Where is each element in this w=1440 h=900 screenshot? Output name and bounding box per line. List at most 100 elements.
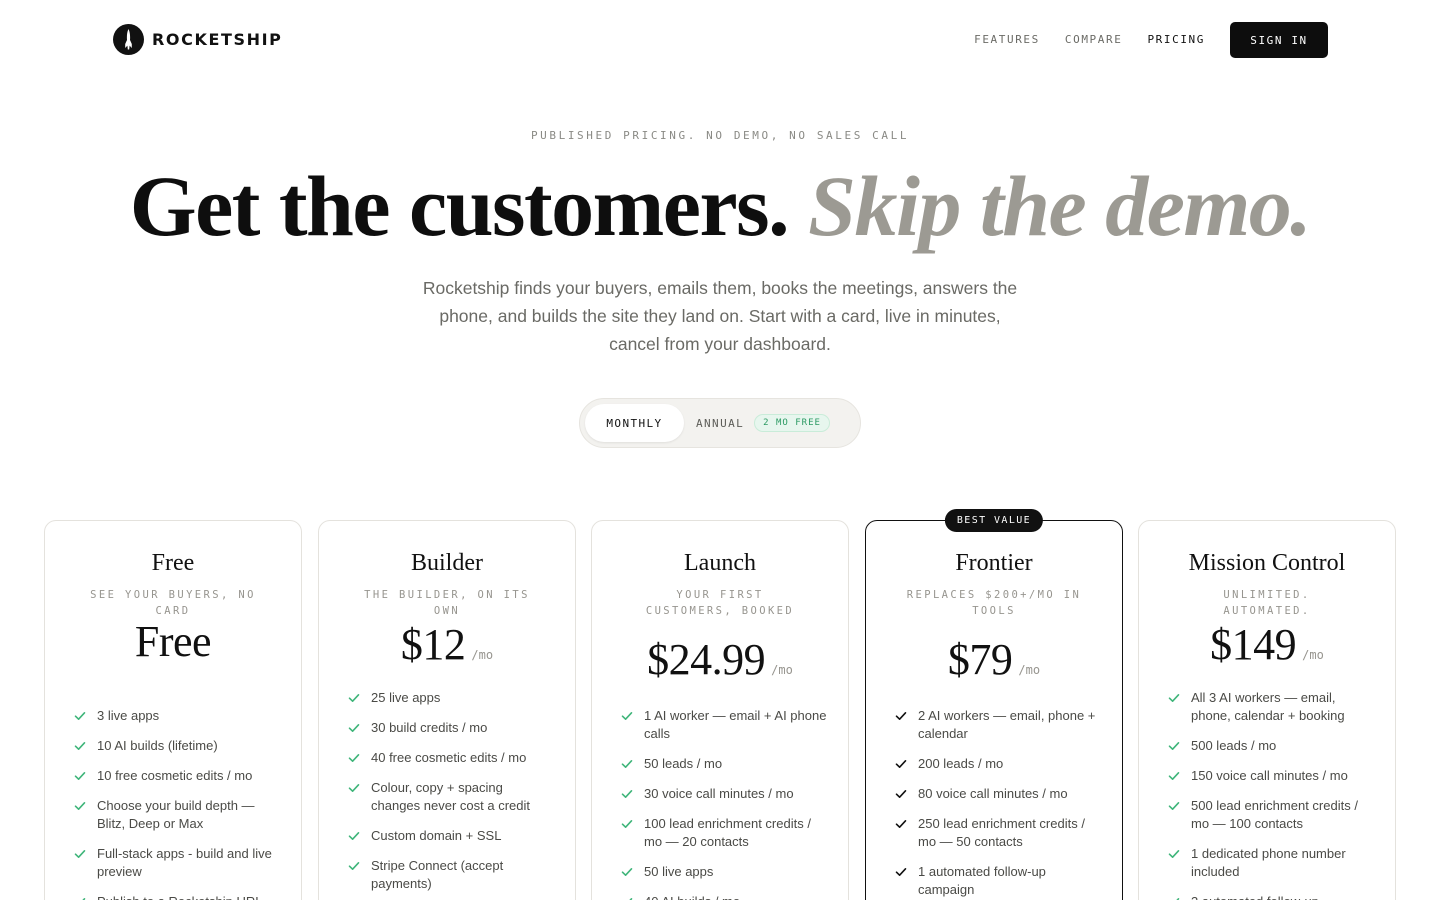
plan-feature-text: Custom domain + SSL [371,828,502,843]
hero-eyebrow: PUBLISHED PRICING. NO DEMO, NO SALES CAL… [530,129,910,142]
plan-price-amount: $149 [1210,620,1297,669]
plan-feature-text: 2 AI workers — email, phone + calendar [918,708,1096,741]
plan-feature-list: 2 AI workers — email, phone + calendar 2… [894,707,1102,900]
plan-card-launch[interactable]: Launch YOUR FIRST CUSTOMERS, BOOKED $24.9… [591,520,849,900]
plan-feature-item: 1 automated follow-up campaign [894,863,1102,899]
check-icon [74,772,86,780]
plan-feature-item: 10 AI builds (lifetime) [73,737,281,755]
plan-price: $12/mo [319,619,575,670]
check-icon [621,820,633,828]
plan-feature-text: 3 automated follow-up campaigns [1191,893,1375,900]
plan-price-period: /mo [1018,663,1041,677]
plan-feature-item: Choose your build depth — Blitz, Deep or… [73,797,281,833]
plan-feature-item: 40 free cosmetic edits / mo [347,749,555,767]
check-icon [621,760,633,768]
plan-tagline: REPLACES $200+/MO IN TOOLS [906,589,1082,617]
plan-card-mission-control[interactable]: Mission Control UNLIMITED. AUTOMATED. $14… [1138,520,1396,900]
plan-feature-text: 500 leads / mo [1191,738,1277,753]
plan-price-amount: $24.99 [647,635,766,684]
plan-feature-text: 25 live apps [371,690,441,705]
plan-name: Mission Control [1188,550,1346,576]
plan-price-amount: $12 [400,620,466,669]
plan-feature-item: 80 voice call minutes / mo [894,785,1102,803]
sign-in-button[interactable]: SIGN IN [1230,22,1328,58]
plan-feature-text: 1 dedicated phone number included [1191,846,1346,879]
plan-feature-item: 3 live apps [73,707,281,725]
plan-feature-item: All 3 AI workers — email, phone, calenda… [1167,689,1375,725]
nav-link-features[interactable]: FEATURES [974,33,1040,46]
plan-feature-item: 250 lead enrichment credits / mo — 50 co… [894,815,1102,851]
brand[interactable]: ROCKETSHIP [113,24,283,55]
plan-feature-item: 500 leads / mo [1167,737,1375,755]
plan-name: Free [151,550,195,576]
check-icon [1168,802,1180,810]
plan-tagline: YOUR FIRST CUSTOMERS, BOOKED [645,589,795,617]
plan-feature-item: 2 AI workers — email, phone + calendar [894,707,1102,743]
hero-subtitle: Rocketship finds your buyers, emails the… [422,278,1018,354]
nav-links: FEATURES COMPARE PRICING [974,33,1205,46]
headline-main: Get the customers. [129,158,790,254]
check-icon [348,832,360,840]
plan-feature-text: Stripe Connect (accept payments) [371,858,504,891]
plan-feature-text: 3 live apps [97,708,160,723]
plan-feature-text: 500 lead enrichment credits / mo — 100 c… [1191,798,1358,831]
billing-monthly-option[interactable]: MONTHLY [585,404,684,442]
plan-price: $79/mo [866,634,1122,685]
plan-card-builder[interactable]: Builder THE BUILDER, ON ITS OWN $12/mo 25… [318,520,576,900]
check-icon [1168,850,1180,858]
plan-feature-list: 3 live apps 10 AI builds (lifetime) 10 f… [73,707,281,900]
plan-feature-item: 3 automated follow-up campaigns [1167,893,1375,900]
plan-feature-text: Colour, copy + spacing changes never cos… [371,780,530,813]
plan-feature-item: 30 voice call minutes / mo [620,785,828,803]
plan-feature-text: 80 voice call minutes / mo [918,786,1068,801]
plan-feature-list: 25 live apps 30 build credits / mo 40 fr… [347,689,555,900]
brand-name: ROCKETSHIP [152,30,283,49]
plan-feature-item: 50 leads / mo [620,755,828,773]
plan-price: $24.99/mo [592,634,848,685]
check-icon [82,898,86,900]
plan-feature-item: 1 dedicated phone number included [1167,845,1375,881]
nav-link-compare[interactable]: COMPARE [1065,33,1123,46]
plan-card-free[interactable]: Free SEE YOUR BUYERS, NO CARD Free 3 live… [44,520,302,900]
check-icon [74,742,86,750]
billing-toggle: MONTHLY ANNUAL 2 MO FREE [579,398,861,448]
check-icon [621,790,633,798]
billing-annual-option[interactable]: ANNUAL 2 MO FREE [696,404,830,442]
plan-feature-item: 25 live apps [347,689,555,707]
plan-feature-text: 10 free cosmetic edits / mo [97,768,253,783]
check-icon [348,862,360,870]
plan-price: Free [45,616,301,667]
check-icon [348,754,360,762]
plan-tagline: SEE YOUR BUYERS, NO CARD [90,589,256,617]
plan-tagline: UNLIMITED. AUTOMATED. [1223,589,1311,617]
check-icon [895,760,907,768]
check-icon [621,868,633,876]
plan-feature-text: 30 build credits / mo [371,720,488,735]
plan-feature-item: Stripe Connect (accept payments) [347,857,555,893]
check-icon [348,694,360,702]
plan-tagline: THE BUILDER, ON ITS OWN [364,589,530,617]
plan-feature-list: 1 AI worker — email + AI phone calls 50 … [620,707,828,900]
hero-headline: Get the customers. Skip the demo. [0,158,1440,254]
plan-feature-text: Full-stack apps - build and live preview [97,846,272,879]
plan-name: Builder [411,550,483,576]
plan-feature-text: Publish to a Rocketship URL [97,893,262,900]
plan-feature-text: 10 AI builds (lifetime) [97,738,218,753]
nav-link-pricing[interactable]: PRICING [1147,33,1205,46]
plan-card-frontier[interactable]: BEST VALUE Frontier REPLACES $200+/MO IN T… [865,509,1123,900]
plan-feature-text: 50 live apps [644,864,714,879]
plan-card-body: Mission Control UNLIMITED. AUTOMATED. $14… [1139,521,1395,900]
plan-feature-text: 40 AI builds / mo [644,893,740,900]
plan-feature-list: All 3 AI workers — email, phone, calenda… [1167,689,1375,900]
billing-annual-label: ANNUAL [696,416,745,430]
check-icon [1176,898,1180,900]
plan-feature-text: All 3 AI workers — email, phone, calenda… [1191,690,1345,723]
plan-feature-item: 500 lead enrichment credits / mo — 100 c… [1167,797,1375,833]
plan-feature-text: 40 free cosmetic edits / mo [371,750,527,765]
check-icon [895,820,907,828]
plan-feature-item: 1 AI worker — email + AI phone calls [620,707,828,743]
check-icon [348,784,360,792]
annual-discount-badge: 2 MO FREE [754,414,830,432]
rocket-logo-icon [113,24,144,55]
check-icon [74,712,86,720]
